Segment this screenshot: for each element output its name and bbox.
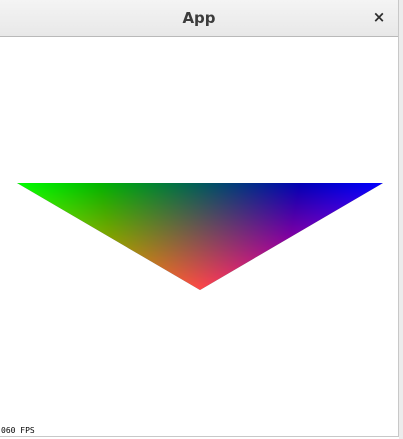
- window-title: App: [182, 9, 216, 27]
- triangle-blue-layer: [17, 183, 383, 290]
- window-edge: [399, 0, 403, 439]
- title-bar[interactable]: App ×: [0, 0, 398, 37]
- fps-counter: 060 FPS: [1, 426, 35, 435]
- close-icon[interactable]: ×: [372, 8, 386, 26]
- gradient-triangle: [17, 183, 383, 290]
- app-window: App × 060 FPS: [0, 0, 399, 437]
- render-canvas: 060 FPS: [0, 37, 398, 436]
